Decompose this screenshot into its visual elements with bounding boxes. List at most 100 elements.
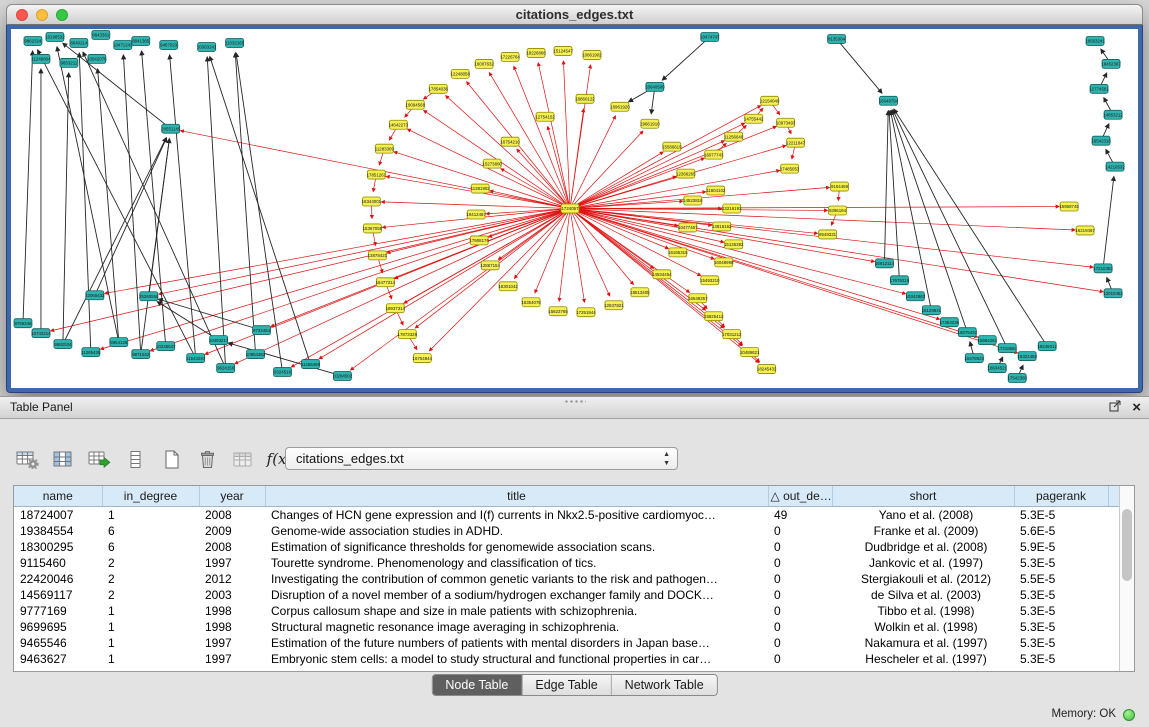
graph-node[interactable]: 9396194 (829, 206, 847, 215)
graph-node[interactable]: 10493217 (209, 336, 229, 345)
graph-node[interactable]: 12211847 (786, 138, 806, 147)
graph-edge[interactable] (889, 111, 899, 281)
graph-node[interactable]: 9624158 (217, 364, 235, 373)
minimize-window-button[interactable] (36, 9, 48, 21)
graph-node[interactable]: 9643361 (92, 30, 110, 39)
graph-node[interactable]: 15586619 (662, 142, 682, 151)
column-header[interactable]: in_degree (102, 486, 199, 506)
table-cell[interactable]: 1 (102, 651, 199, 667)
graph-node[interactable]: 16048998 (714, 258, 734, 267)
table-cell[interactable]: 0 (768, 539, 832, 555)
graph-edge[interactable] (83, 52, 226, 368)
graph-node[interactable]: 14642273 (389, 120, 409, 129)
table-cell[interactable]: Genome-wide association studies in ADHD. (265, 523, 768, 539)
tab-network-table[interactable]: Network Table (611, 675, 717, 695)
graph-node[interactable]: 18634521 (988, 364, 1008, 373)
graph-node[interactable]: 9795346 (14, 319, 32, 328)
table-settings-icon[interactable] (12, 445, 43, 474)
graph-edge[interactable] (514, 66, 570, 208)
graph-node[interactable]: 10363241 (197, 42, 217, 51)
table-cell[interactable]: 2 (102, 571, 199, 587)
column-header[interactable]: name (14, 486, 102, 506)
table-cell[interactable]: 0 (768, 587, 832, 603)
graph-node[interactable]: 11283309 (375, 144, 395, 153)
scrollbar-thumb[interactable] (1122, 509, 1132, 581)
graph-edge[interactable] (570, 209, 906, 294)
graph-node[interactable]: 9582034 (54, 340, 72, 349)
graph-node[interactable]: 12867154 (480, 261, 500, 270)
graph-edge[interactable] (142, 51, 166, 346)
close-panel-icon[interactable]: × (1132, 398, 1141, 418)
table-cell[interactable]: 18300295 (14, 539, 102, 555)
graph-node[interactable]: 17031212 (722, 330, 742, 339)
graph-node[interactable]: 15124547 (553, 46, 573, 55)
table-cell[interactable]: 0 (768, 635, 832, 651)
tab-edge-table[interactable]: Edge Table (521, 675, 610, 695)
graph-edge[interactable] (394, 152, 570, 209)
column-header[interactable]: △ out_de… (768, 486, 832, 506)
table-cell[interactable]: 2009 (199, 523, 265, 539)
graph-node[interactable]: 10284502 (333, 372, 353, 381)
table-cell[interactable]: 5.3E-5 (1014, 587, 1108, 603)
graph-node[interactable]: 10196532 (45, 32, 65, 41)
graph-edge[interactable] (170, 55, 196, 358)
graph-edge[interactable] (884, 111, 888, 264)
graph-node[interactable]: 19094568 (406, 100, 426, 109)
table-cell[interactable]: Dudbridge et al. (2008) (832, 539, 1014, 555)
graph-node[interactable]: 1724057 (561, 204, 579, 213)
graph-node[interactable]: 20551145 (161, 124, 181, 133)
graph-node[interactable]: 16344001 (362, 197, 382, 206)
graph-node[interactable]: 12248058 (450, 69, 470, 78)
table-cell[interactable]: de Silva et al. (2003) (832, 587, 1014, 603)
graph-node[interactable]: 9154459 (831, 182, 849, 191)
table-cell[interactable]: Corpus callosum shape and size in male p… (265, 603, 768, 619)
graph-node[interactable]: 15493210 (700, 276, 720, 285)
table-cell[interactable]: 0 (768, 651, 832, 667)
graph-edge[interactable] (570, 209, 584, 303)
graph-edge[interactable] (570, 209, 1103, 292)
table-cell[interactable]: 19384554 (14, 523, 102, 539)
graph-node[interactable]: 10471243 (113, 40, 133, 49)
table-cell[interactable]: Estimation of the future numbers of pati… (265, 635, 768, 651)
graph-edge[interactable] (150, 209, 570, 351)
graph-edge[interactable] (235, 53, 255, 354)
table-cell[interactable]: Hescheler et al. (1997) (832, 651, 1014, 667)
table-cell[interactable]: 1998 (199, 603, 265, 619)
table-cell[interactable]: Nakamura et al. (1997) (832, 635, 1014, 651)
graph-edge[interactable] (123, 55, 140, 354)
table-cell[interactable]: 49 (768, 506, 832, 523)
vertical-scrollbar[interactable] (1119, 486, 1134, 671)
table-cell[interactable]: Wolkin et al. (1998) (832, 619, 1014, 635)
graph-node[interactable]: 10236547 (156, 342, 176, 351)
table-cell[interactable]: 0 (768, 571, 832, 587)
column-header[interactable]: short (832, 486, 1014, 506)
graph-node[interactable]: 11249804 (31, 54, 51, 63)
graph-node[interactable]: 17851261 (367, 170, 387, 179)
graph-node[interactable]: 15342863 (906, 292, 926, 301)
graph-edge[interactable] (63, 43, 171, 129)
graph-node[interactable]: 19412467 (466, 210, 486, 219)
table-row[interactable]: 1456911722003Disruption of a novel membe… (14, 587, 1119, 603)
table-row[interactable]: 946554611997Estimation of the future num… (14, 635, 1119, 651)
table-cell[interactable]: Disruption of a novel member of a sodium… (265, 587, 768, 603)
table-cell[interactable]: 9465546 (14, 635, 102, 651)
graph-node[interactable]: 17542360 (1007, 374, 1027, 383)
graph-edge[interactable] (98, 69, 119, 342)
graph-edge[interactable] (538, 63, 570, 209)
graph-node[interactable]: 15823765 (548, 307, 568, 316)
graph-node[interactable]: 8954126 (110, 338, 128, 347)
table-cell[interactable]: 2008 (199, 539, 265, 555)
table-row[interactable]: 969969511998Structural magnetic resonanc… (14, 619, 1119, 635)
table-cell[interactable]: 1 (102, 619, 199, 635)
table-cell[interactable]: 6 (102, 523, 199, 539)
table-cell[interactable]: 1 (102, 603, 199, 619)
graph-edge[interactable] (23, 51, 33, 323)
graph-node[interactable]: 16129841 (922, 306, 942, 315)
graph-node[interactable]: 14755442 (744, 114, 764, 123)
graph-node[interactable]: 10743214 (31, 329, 51, 338)
graph-edge[interactable] (662, 37, 710, 80)
table-cell[interactable]: 9463627 (14, 651, 102, 667)
graph-node[interactable]: 17216584 (997, 344, 1017, 353)
graph-edge[interactable] (837, 39, 882, 93)
table-cell[interactable]: 1997 (199, 651, 265, 667)
